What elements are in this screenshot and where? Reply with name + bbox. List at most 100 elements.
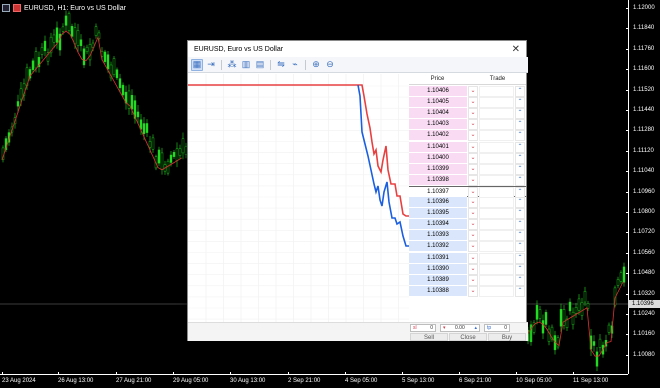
sell-limit-icon[interactable]: ⌄ — [468, 285, 478, 297]
buy-limit-icon[interactable]: ⌃ — [515, 86, 525, 97]
bid-price-row[interactable]: 1.10393 ⌄ ⌃ — [409, 230, 526, 242]
sell-limit-icon[interactable]: ⌄ — [468, 86, 478, 97]
trade-cell[interactable] — [479, 241, 514, 253]
sell-limit-icon[interactable]: ⌄ — [468, 152, 478, 164]
buy-limit-icon[interactable]: ⌃ — [515, 152, 525, 164]
trade-cell[interactable] — [479, 108, 514, 120]
bid-price-row[interactable]: 1.10394 ⌄ ⌃ — [409, 219, 526, 231]
price-cell[interactable]: 1.10393 — [409, 230, 467, 242]
ask-price-row[interactable]: 1.10400 ⌄ ⌃ — [409, 152, 526, 164]
price-cell[interactable]: 1.10396 — [409, 197, 467, 208]
buy-limit-icon[interactable]: ⌃ — [515, 108, 525, 120]
ask-price-row[interactable]: 1.10403 ⌄ ⌃ — [409, 119, 526, 131]
trade-cell[interactable] — [479, 119, 514, 131]
trade-cell[interactable] — [479, 130, 514, 142]
ask-price-row[interactable]: 1.10402 ⌄ ⌃ — [409, 130, 526, 142]
sell-limit-icon[interactable]: ⌄ — [468, 197, 478, 208]
price-cell[interactable]: 1.10402 — [409, 130, 467, 142]
ask-price-row[interactable]: 1.10399 ⌄ ⌃ — [409, 163, 526, 175]
sell-limit-icon[interactable]: ⌄ — [468, 108, 478, 120]
close-icon[interactable]: ✕ — [512, 44, 520, 55]
volume-up-icon[interactable]: ▴ — [474, 325, 477, 332]
spread-icon[interactable]: ⇋ — [275, 59, 287, 71]
tp-field[interactable]: tp 0 — [484, 324, 510, 332]
price-cell[interactable]: 1.10398 — [409, 174, 467, 186]
price-cell[interactable]: 1.10400 — [409, 152, 467, 164]
tick-chart-icon[interactable]: ⁂ — [226, 59, 238, 71]
sell-limit-icon[interactable]: ⌄ — [468, 230, 478, 242]
price-cell[interactable]: 1.10405 — [409, 97, 467, 109]
sell-limit-icon[interactable]: ⌄ — [468, 208, 478, 220]
layout-icon[interactable]: ▦ — [191, 58, 203, 71]
price-cell[interactable]: 1.10406 — [409, 86, 467, 97]
buy-limit-icon[interactable]: ⌃ — [515, 197, 525, 208]
sell-limit-icon[interactable]: ⌄ — [468, 274, 478, 286]
depth-of-market-window[interactable]: EURUSD, Euro vs US Dollar ✕ ▦ ⇥ ⁂ ▥ ▤ ⇋ ⌁ ⊕ ⊖ Pr… — [187, 40, 528, 341]
sell-limit-icon[interactable]: ⌄ — [468, 174, 478, 186]
price-cell[interactable]: 1.10399 — [409, 163, 467, 175]
price-cell[interactable]: 1.10403 — [409, 119, 467, 131]
trade-cell[interactable] — [479, 285, 514, 297]
bid-price-row[interactable]: 1.10392 ⌄ ⌃ — [409, 241, 526, 253]
sell-limit-icon[interactable]: ⌄ — [468, 219, 478, 231]
price-cell[interactable]: 1.10388 — [409, 285, 467, 297]
bid-price-row[interactable]: 1.10389 ⌄ ⌃ — [409, 274, 526, 286]
buy-limit-icon[interactable]: ⌃ — [515, 97, 525, 109]
buy-limit-icon[interactable]: ⌃ — [515, 285, 525, 297]
buy-limit-icon[interactable]: ⌃ — [515, 174, 525, 186]
bid-price-row[interactable]: 1.10390 ⌄ ⌃ — [409, 263, 526, 275]
sell-limit-icon[interactable]: ⌄ — [468, 141, 478, 153]
buy-limit-icon[interactable]: ⌃ — [515, 208, 525, 220]
zoom-out-icon[interactable]: ⊖ — [324, 59, 336, 71]
ask-price-row[interactable]: 1.10406 ⌄ ⌃ — [409, 86, 526, 97]
sell-limit-icon[interactable]: ⌄ — [468, 163, 478, 175]
buy-limit-icon[interactable]: ⌃ — [515, 219, 525, 231]
volume-field[interactable]: ▾ 0.00 ▴ — [440, 324, 480, 332]
price-cell[interactable]: 1.10395 — [409, 208, 467, 220]
close-position-button[interactable]: Close — [449, 333, 487, 341]
trade-cell[interactable] — [479, 174, 514, 186]
buy-limit-icon[interactable]: ⌃ — [515, 263, 525, 275]
price-cell[interactable]: 1.10401 — [409, 141, 467, 153]
bid-price-row[interactable]: 1.10388 ⌄ ⌃ — [409, 285, 526, 297]
price-cell[interactable]: 1.10391 — [409, 252, 467, 264]
buy-limit-icon[interactable]: ⌃ — [515, 141, 525, 153]
trade-cell[interactable] — [479, 152, 514, 164]
volume-icon[interactable]: ▤ — [254, 59, 266, 71]
sell-limit-icon[interactable]: ⌄ — [468, 119, 478, 131]
zoom-in-icon[interactable]: ⊕ — [310, 59, 322, 71]
price-cell[interactable]: 1.10390 — [409, 263, 467, 275]
trade-cell[interactable] — [479, 141, 514, 153]
bid-price-row[interactable]: 1.10396 ⌄ ⌃ — [409, 197, 526, 208]
trade-cell[interactable] — [479, 230, 514, 242]
ask-price-row[interactable]: 1.10401 ⌄ ⌃ — [409, 141, 526, 153]
sell-limit-icon[interactable]: ⌄ — [468, 263, 478, 275]
depth-icon[interactable]: ▥ — [240, 59, 252, 71]
arrow-right-icon[interactable]: ⇥ — [205, 59, 217, 71]
trade-cell[interactable] — [479, 263, 514, 275]
sell-limit-icon[interactable]: ⌄ — [468, 97, 478, 109]
trade-cell[interactable] — [479, 163, 514, 175]
ask-price-row[interactable]: 1.10404 ⌄ ⌃ — [409, 108, 526, 120]
bid-price-row[interactable]: 1.10391 ⌄ ⌃ — [409, 252, 526, 264]
buy-limit-icon[interactable]: ⌃ — [515, 241, 525, 253]
buy-limit-icon[interactable]: ⌃ — [515, 163, 525, 175]
trade-cell[interactable] — [479, 219, 514, 231]
volume-down-icon[interactable]: ▾ — [443, 325, 446, 332]
trade-cell[interactable] — [479, 274, 514, 286]
sell-limit-icon[interactable]: ⌄ — [468, 130, 478, 142]
buy-limit-icon[interactable]: ⌃ — [515, 119, 525, 131]
price-cell[interactable]: 1.10404 — [409, 108, 467, 120]
buy-limit-icon[interactable]: ⌃ — [515, 274, 525, 286]
buy-limit-icon[interactable]: ⌃ — [515, 230, 525, 242]
dom-titlebar[interactable]: EURUSD, Euro vs US Dollar ✕ — [188, 41, 526, 57]
window-menu-icon[interactable] — [2, 4, 10, 12]
sell-button[interactable]: Sell — [410, 333, 448, 341]
ask-price-row[interactable]: 1.10405 ⌄ ⌃ — [409, 97, 526, 109]
price-cell[interactable]: 1.10394 — [409, 219, 467, 231]
ask-price-row[interactable]: 1.10398 ⌄ ⌃ — [409, 174, 526, 186]
buy-limit-icon[interactable]: ⌃ — [515, 130, 525, 142]
filter-icon[interactable]: ⌁ — [289, 59, 301, 71]
price-cell[interactable]: 1.10389 — [409, 274, 467, 286]
trade-cell[interactable] — [479, 97, 514, 109]
